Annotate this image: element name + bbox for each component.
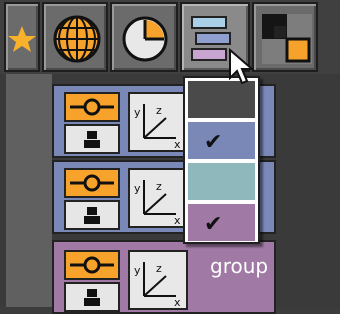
person-icon <box>84 207 100 224</box>
eye-icon <box>70 174 114 192</box>
svg-text:y: y <box>134 106 141 119</box>
clock-icon <box>122 16 168 62</box>
axes-button[interactable]: y z x <box>128 168 188 228</box>
lock-toggle[interactable] <box>64 124 120 154</box>
clock-button[interactable] <box>110 2 178 72</box>
person-icon <box>84 289 100 306</box>
star-icon <box>8 26 36 52</box>
lock-toggle[interactable] <box>64 200 120 230</box>
eye-icon <box>70 98 114 116</box>
layer-color-menu: ✔ ✔ <box>183 76 260 244</box>
svg-text:x: x <box>174 138 181 150</box>
svg-text:z: z <box>156 180 162 193</box>
svg-text:z: z <box>156 262 162 275</box>
svg-text:x: x <box>174 296 181 308</box>
visibility-toggle[interactable] <box>64 92 120 122</box>
layer-label: group <box>210 254 269 278</box>
svg-text:x: x <box>174 214 181 226</box>
eye-icon <box>70 256 114 274</box>
lock-toggle[interactable] <box>64 282 120 312</box>
person-icon <box>84 131 100 148</box>
globe-icon <box>53 15 101 63</box>
svg-text:y: y <box>134 264 141 277</box>
checker-icon <box>262 14 312 64</box>
visibility-toggle[interactable] <box>64 168 120 198</box>
svg-text:z: z <box>156 104 162 117</box>
favorites-button[interactable] <box>4 2 40 72</box>
layer-row-group[interactable]: y z x group <box>52 240 276 314</box>
layer-list-gutter <box>6 74 52 307</box>
axes-icon: y z x <box>134 104 181 151</box>
visibility-toggle[interactable] <box>64 250 120 280</box>
svg-text:y: y <box>134 182 141 195</box>
globe-button[interactable] <box>42 2 108 72</box>
color-option[interactable]: ✔ <box>188 204 255 241</box>
axes-icon: y z x <box>134 262 181 309</box>
mouse-cursor-icon <box>229 48 255 85</box>
checkmark-icon: ✔ <box>204 212 223 237</box>
axes-button[interactable]: y z x <box>128 250 188 310</box>
color-option[interactable]: ✔ <box>188 122 255 159</box>
axes-button[interactable]: y z x <box>128 92 188 152</box>
axes-icon: y z x <box>134 180 181 227</box>
checker-button[interactable] <box>252 2 318 72</box>
color-option[interactable] <box>188 163 255 200</box>
checkmark-icon: ✔ <box>204 130 223 155</box>
